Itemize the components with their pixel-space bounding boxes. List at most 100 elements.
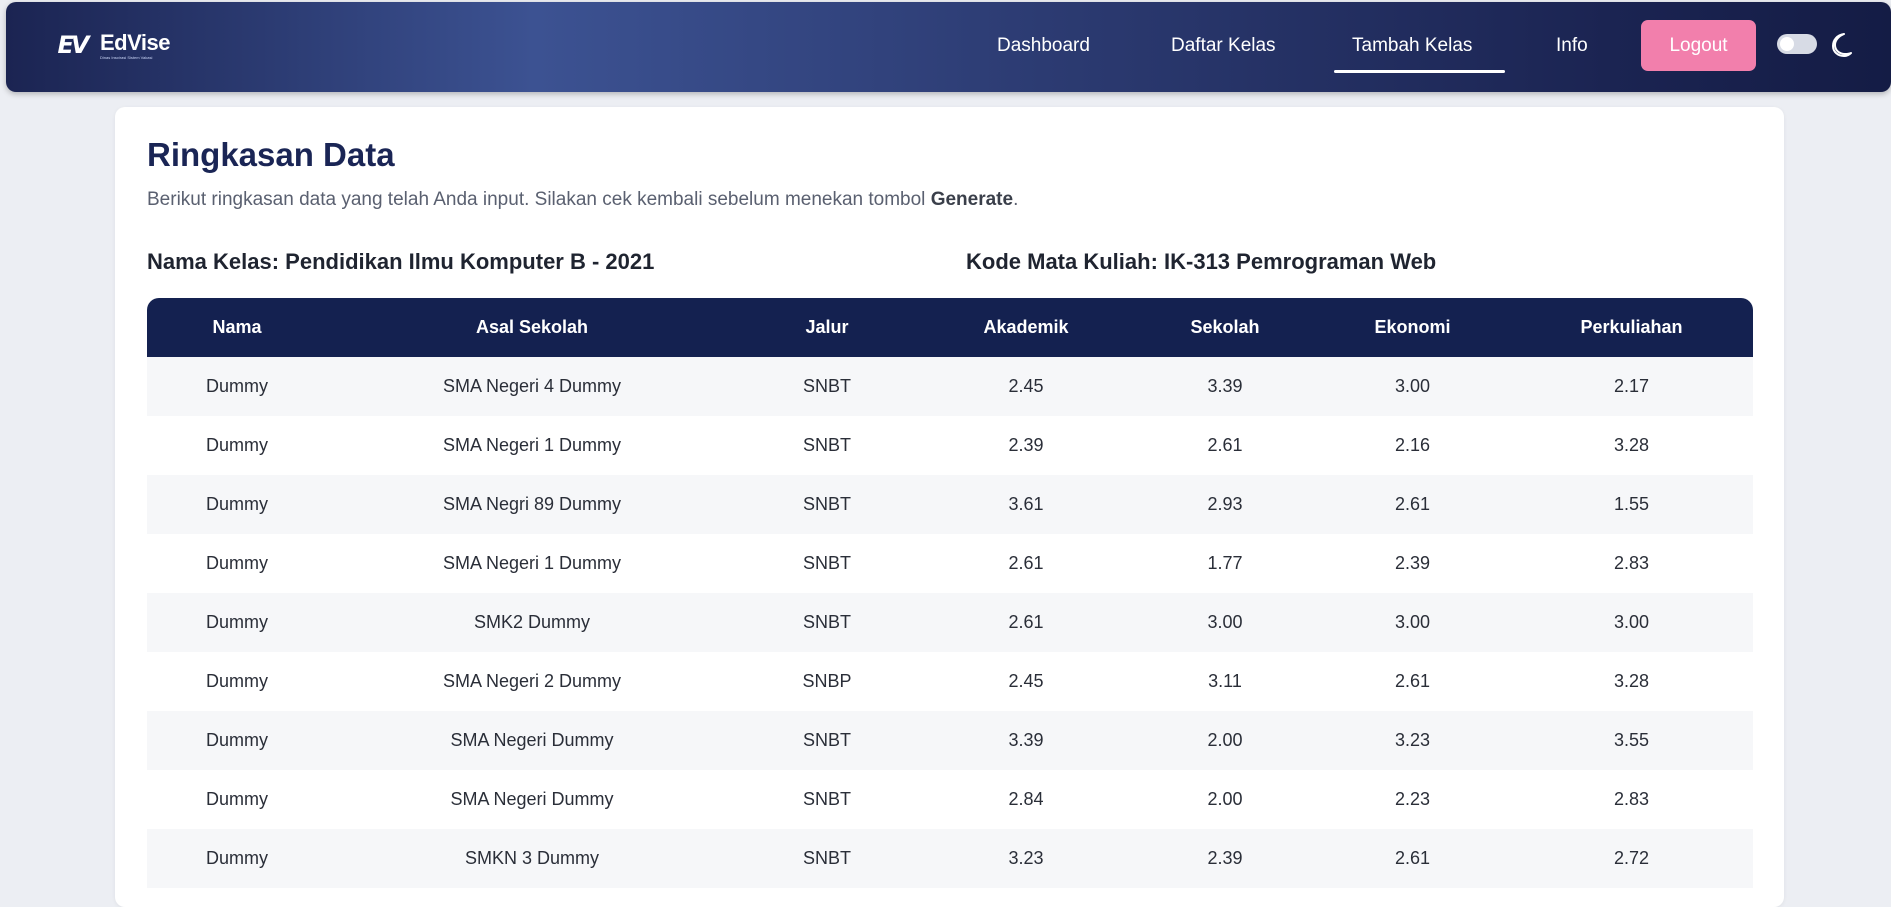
- cell-perkuliahan: 2.83: [1613, 553, 1650, 573]
- nav-item-tambah-kelas[interactable]: Tambah Kelas: [1352, 35, 1472, 57]
- cell-sekolah: 1.77: [1207, 553, 1243, 573]
- cell-ekonomi: 3.00: [1394, 376, 1431, 396]
- cell-nama: Dummy: [206, 789, 268, 809]
- cell-akademik: 2.84: [1008, 789, 1044, 809]
- cell-ekonomi: 2.23: [1394, 789, 1431, 809]
- cell-akademik: 2.45: [1008, 671, 1044, 691]
- cell-perkuliahan: 2.72: [1613, 848, 1650, 868]
- brand-logo[interactable]: EV EdVise Dinas Inspirasi Sistem Vakasi: [50, 29, 171, 60]
- cell-jalur: SNBP: [802, 671, 852, 691]
- top-navbar: EV EdVise Dinas Inspirasi Sistem Vakasi: [6, 2, 1891, 92]
- moon-icon[interactable]: [1828, 32, 1852, 58]
- cell-sekolah: 2.93: [1207, 494, 1243, 514]
- cell-perkuliahan: 3.28: [1613, 671, 1650, 691]
- cell-akademik: 2.39: [1008, 435, 1044, 455]
- cell-akademik: 2.61: [1008, 553, 1044, 573]
- course-code-label: Kode Mata Kuliah: IK-313 Pemrograman Web: [966, 249, 1437, 274]
- cell-sekolah: 2.00: [1207, 730, 1243, 750]
- cell-asal-sekolah: SMA Negeri Dummy: [450, 789, 614, 809]
- cell-jalur: SNBT: [802, 789, 851, 809]
- cell-nama: Dummy: [206, 848, 268, 868]
- cell-akademik: 2.45: [1008, 376, 1044, 396]
- cell-akademik: 3.61: [1008, 494, 1044, 514]
- cell-ekonomi: 2.61: [1394, 494, 1431, 514]
- description-bold: Generate: [930, 189, 1014, 210]
- cell-asal-sekolah: SMA Negeri 4 Dummy: [442, 376, 622, 396]
- description-end: .: [1013, 189, 1019, 210]
- brand-tagline: Dinas Inspirasi Sistem Vakasi: [100, 55, 153, 59]
- cell-ekonomi: 3.23: [1394, 730, 1431, 750]
- cell-asal-sekolah: SMA Negeri 2 Dummy: [442, 671, 622, 691]
- nav-item-daftar-kelas[interactable]: Daftar Kelas: [1171, 35, 1276, 57]
- table-row: Dummy SMA Negeri 2 Dummy SNBP 2.45 3.11 2.61 3…: [147, 652, 1753, 711]
- theme-toggle-switch[interactable]: [1777, 34, 1817, 54]
- table-row: Dummy SMA Negeri Dummy SNBT 3.39 2.00 3.23 3.5…: [147, 711, 1753, 770]
- cell-akademik: 2.61: [1008, 612, 1044, 632]
- toggle-knob: [1780, 37, 1794, 51]
- cell-nama: Dummy: [206, 494, 268, 514]
- cell-perkuliahan: 1.55: [1613, 494, 1650, 514]
- cell-sekolah: 2.00: [1207, 789, 1243, 809]
- table-header-row: Nama Asal Sekolah Jalur Akademik Sekolah…: [147, 298, 1753, 357]
- cell-ekonomi: 2.61: [1394, 848, 1431, 868]
- cell-perkuliahan: 3.00: [1613, 612, 1650, 632]
- cell-nama: Dummy: [206, 435, 268, 455]
- cell-asal-sekolah: SMA Negeri 1 Dummy: [442, 435, 622, 455]
- header-perkuliahan: Perkuliahan: [1580, 317, 1683, 337]
- cell-jalur: SNBT: [802, 612, 851, 632]
- cell-nama: Dummy: [206, 612, 268, 632]
- cell-jalur: SNBT: [802, 494, 851, 514]
- cell-nama: Dummy: [206, 671, 268, 691]
- cell-asal-sekolah: SMA Negeri Dummy: [450, 730, 614, 750]
- cell-sekolah: 2.39: [1207, 848, 1243, 868]
- cell-sekolah: 2.61: [1207, 435, 1243, 455]
- cell-asal-sekolah: SMKN 3 Dummy: [464, 848, 599, 868]
- header-nama: Nama: [212, 317, 262, 337]
- table-row: Dummy SMK2 Dummy SNBT 2.61 3.00 3.00 3.00: [147, 593, 1753, 652]
- cell-asal-sekolah: SMA Negri 89 Dummy: [442, 494, 622, 514]
- cell-jalur: SNBT: [802, 553, 851, 573]
- class-name-label: Nama Kelas: Pendidikan Ilmu Komputer B -…: [147, 249, 655, 274]
- header-sekolah: Sekolah: [1190, 317, 1260, 337]
- table-row: Dummy SMKN 3 Dummy SNBT 3.23 2.39 2.61 2.72: [147, 829, 1753, 888]
- cell-akademik: 3.23: [1008, 848, 1044, 868]
- cell-ekonomi: 2.16: [1394, 435, 1431, 455]
- cell-sekolah: 3.39: [1207, 376, 1243, 396]
- table-row: Dummy SMA Negeri 4 Dummy SNBT 2.45 3.39 3.00 2…: [147, 357, 1753, 416]
- cell-asal-sekolah: SMK2 Dummy: [473, 612, 590, 632]
- header-asal-sekolah: Asal Sekolah: [475, 317, 589, 337]
- cell-nama: Dummy: [206, 553, 268, 573]
- cell-sekolah: 3.11: [1208, 671, 1242, 691]
- description-text: Berikut ringkasan data yang telah Anda i…: [147, 189, 931, 210]
- logout-button[interactable]: Logout: [1641, 20, 1756, 71]
- table-row: Dummy SMA Negeri 1 Dummy SNBT 2.61 1.77 2.39 2…: [147, 534, 1753, 593]
- cell-ekonomi: 3.00: [1394, 612, 1431, 632]
- cell-jalur: SNBT: [802, 435, 851, 455]
- cell-jalur: SNBT: [802, 376, 851, 396]
- cell-jalur: SNBT: [802, 730, 851, 750]
- cell-asal-sekolah: SMA Negeri 1 Dummy: [442, 553, 622, 573]
- header-ekonomi: Ekonomi: [1374, 317, 1451, 337]
- cell-akademik: 3.39: [1008, 730, 1044, 750]
- header-akademik: Akademik: [983, 317, 1069, 337]
- active-nav-indicator: [1334, 70, 1505, 73]
- cell-perkuliahan: 3.28: [1613, 435, 1650, 455]
- header-jalur: Jalur: [805, 317, 849, 337]
- cell-perkuliahan: 3.55: [1613, 730, 1650, 750]
- cell-perkuliahan: 2.83: [1613, 789, 1650, 809]
- brand-name: EdVise: [100, 29, 170, 55]
- nav-item-info[interactable]: Info: [1556, 35, 1588, 57]
- page-description: Berikut ringkasan data yang telah Anda i…: [147, 189, 1018, 211]
- cell-ekonomi: 2.61: [1394, 671, 1431, 691]
- page-title: Ringkasan Data: [147, 136, 395, 173]
- cell-ekonomi: 2.39: [1394, 553, 1431, 573]
- table-row: Dummy SMA Negri 89 Dummy SNBT 3.61 2.93 2.61 1…: [147, 475, 1753, 534]
- cell-jalur: SNBT: [802, 848, 851, 868]
- cell-nama: Dummy: [206, 730, 268, 750]
- table-row: Dummy SMA Negeri Dummy SNBT 2.84 2.00 2.23 2.8…: [147, 770, 1753, 829]
- nav-item-dashboard[interactable]: Dashboard: [997, 35, 1090, 57]
- cell-sekolah: 3.00: [1207, 612, 1243, 632]
- table-row: Dummy SMA Negeri 1 Dummy SNBT 2.39 2.61 2.16 3…: [147, 416, 1753, 475]
- edvise-logo-mark: EV: [57, 31, 90, 59]
- summary-table: Nama Asal Sekolah Jalur Akademik Sekolah…: [147, 298, 1753, 888]
